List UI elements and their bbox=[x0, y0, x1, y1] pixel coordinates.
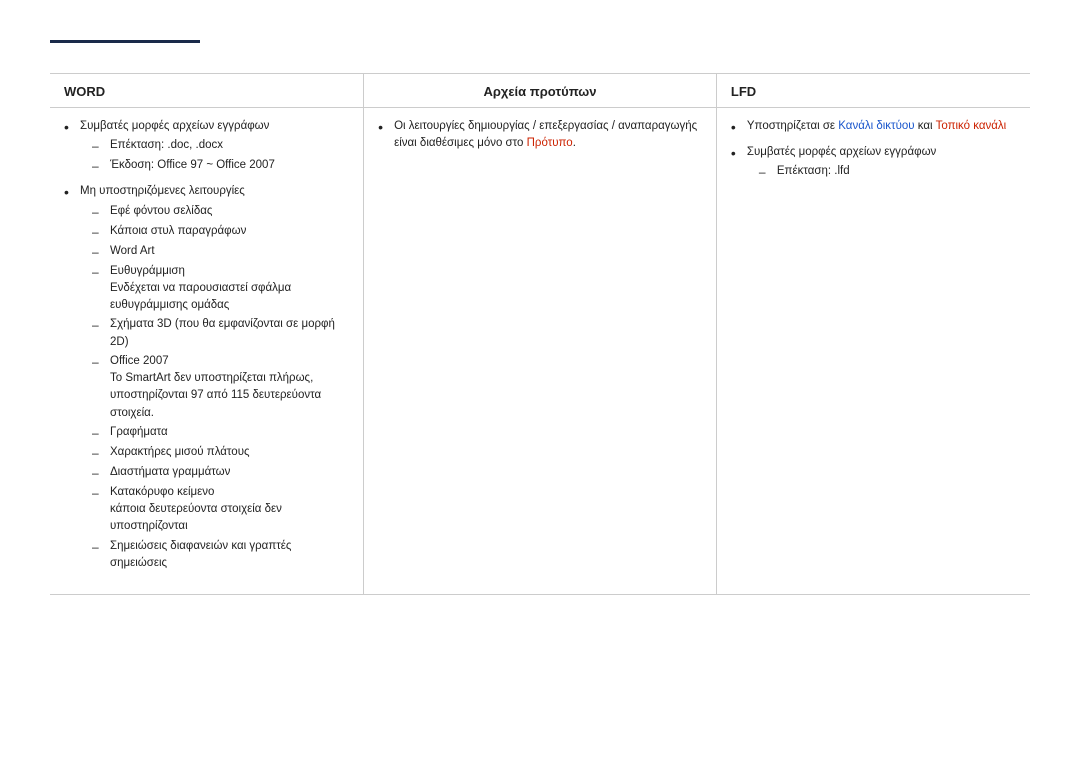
dash-icon: – bbox=[759, 163, 773, 181]
charts: Γραφήματα bbox=[110, 424, 168, 441]
list-item: – Έκδοση: Office 97 ~ Office 2007 bbox=[92, 157, 275, 175]
word-cell: • Συμβατές μορφές αρχείων εγγράφων – Επέ… bbox=[50, 108, 364, 595]
word-art: Word Art bbox=[110, 243, 155, 260]
list-item: • Οι λειτουργίες δημιουργίας / επεξεργασ… bbox=[378, 118, 702, 153]
arxeia-text-after: . bbox=[573, 137, 576, 149]
list-item: – Word Art bbox=[92, 243, 349, 261]
dash-icon: – bbox=[92, 353, 106, 371]
top-border bbox=[50, 40, 200, 43]
3d-shapes: Σχήματα 3D (που θα εμφανίζονται σε μορφή… bbox=[110, 316, 349, 351]
extension-doc: Επέκταση: .doc, .docx bbox=[110, 137, 223, 154]
unsupported-features-label: Μη υποστηριζόμενες λειτουργίες bbox=[80, 185, 245, 197]
list-item-content: Συμβατές μορφές αρχείων εγγράφων – Επέκτ… bbox=[80, 118, 275, 177]
justification-text: Ευθυγράμμιση bbox=[110, 263, 349, 280]
dash-icon: – bbox=[92, 263, 106, 281]
list-item: – Κατακόρυφο κείμενο κάποια δευτερεύοντα… bbox=[92, 484, 349, 536]
col-arxeia-header: Αρχεία προτύπων bbox=[364, 74, 717, 108]
letter-spacing: Διαστήματα γραμμάτων bbox=[110, 464, 230, 481]
local-channel-link[interactable]: Τοπικό κανάλι bbox=[936, 120, 1007, 132]
lfd-formats-label: Συμβατές μορφές αρχείων εγγράφων bbox=[747, 146, 936, 158]
justification-item: Ευθυγράμμιση Ενδέχεται να παρουσιαστεί σ… bbox=[110, 263, 349, 315]
bullet-icon: • bbox=[64, 183, 76, 203]
dash-icon: – bbox=[92, 316, 106, 334]
arxeia-heading: Αρχεία προτύπων bbox=[483, 84, 596, 99]
bullet-icon: • bbox=[378, 118, 390, 138]
lfd-extension: Επέκταση: .lfd bbox=[777, 163, 850, 180]
lfd-heading: LFD bbox=[731, 84, 756, 99]
page-container: WORD Αρχεία προτύπων LFD • bbox=[0, 0, 1080, 763]
vertical-text-item: Κατακόρυφο κείμενο κάποια δευτερεύοντα σ… bbox=[110, 484, 349, 536]
main-table: WORD Αρχεία προτύπων LFD • bbox=[50, 73, 1030, 595]
word-heading: WORD bbox=[64, 84, 105, 99]
word-compatible-formats: Συμβατές μορφές αρχείων εγγράφων bbox=[80, 120, 269, 132]
bullet-icon: • bbox=[64, 118, 76, 138]
list-item: • Μη υποστηριζόμενες λειτουργίες – Εφέ φ… bbox=[64, 183, 349, 574]
list-item: – Επέκταση: .doc, .docx bbox=[92, 137, 275, 155]
dash-icon: – bbox=[92, 444, 106, 462]
office-2007-label: Office 2007 bbox=[110, 353, 349, 370]
dash-icon: – bbox=[92, 538, 106, 556]
word-bullet-list: • Συμβατές μορφές αρχείων εγγράφων – Επέ… bbox=[64, 118, 349, 574]
lfd-compatible-formats: Συμβατές μορφές αρχείων εγγράφων – Επέκτ… bbox=[747, 144, 936, 183]
dash-icon: – bbox=[92, 137, 106, 155]
protipo-link[interactable]: Πρότυπο bbox=[527, 137, 573, 149]
lfd-bullet-list: • Υποστηρίζεται σε Κανάλι δικτύου και Το… bbox=[731, 118, 1016, 183]
dash-icon: – bbox=[92, 203, 106, 221]
list-item: – Σχήματα 3D (που θα εμφανίζονται σε μορ… bbox=[92, 316, 349, 351]
list-item: • Συμβατές μορφές αρχείων εγγράφων – Επέ… bbox=[731, 144, 1016, 183]
dash-icon: – bbox=[92, 464, 106, 482]
network-channel-link[interactable]: Κανάλι δικτύου bbox=[838, 120, 914, 132]
dash-icon: – bbox=[92, 424, 106, 442]
list-item: – Σημειώσεις διαφανειών και γραπτές σημε… bbox=[92, 538, 349, 573]
list-item: – Επέκταση: .lfd bbox=[759, 163, 936, 181]
office-2007-item: Office 2007 Το SmartArt δεν υποστηρίζετα… bbox=[110, 353, 349, 422]
list-item-content: Μη υποστηριζόμενες λειτουργίες – Εφέ φόν… bbox=[80, 183, 349, 574]
office-2007-desc: Το SmartArt δεν υποστηρίζεται πλήρως, υπ… bbox=[110, 370, 349, 422]
lfd-network-content: Υποστηρίζεται σε Κανάλι δικτύου και Τοπι… bbox=[747, 118, 1006, 135]
list-item: – Κάποια στυλ παραγράφων bbox=[92, 223, 349, 241]
lfd-cell: • Υποστηρίζεται σε Κανάλι δικτύου και Το… bbox=[716, 108, 1030, 595]
arxeia-content: Οι λειτουργίες δημιουργίας / επεξεργασία… bbox=[394, 118, 702, 153]
list-item: – Χαρακτήρες μισού πλάτους bbox=[92, 444, 349, 462]
vertical-text-note: κάποια δευτερεύοντα στοιχεία δεν υποστηρ… bbox=[110, 501, 349, 536]
page-bg-effect: Εφέ φόντου σελίδας bbox=[110, 203, 212, 220]
list-item: • Υποστηρίζεται σε Κανάλι δικτύου και Το… bbox=[731, 118, 1016, 138]
list-item: – Διαστήματα γραμμάτων bbox=[92, 464, 349, 482]
slide-notes: Σημειώσεις διαφανειών και γραπτές σημειώ… bbox=[110, 538, 349, 573]
edition-office: Έκδοση: Office 97 ~ Office 2007 bbox=[110, 157, 275, 174]
list-item: – Γραφήματα bbox=[92, 424, 349, 442]
justification-note: Ενδέχεται να παρουσιαστεί σφάλμα ευθυγρά… bbox=[110, 280, 349, 315]
lfd-text-mid: και bbox=[915, 120, 936, 132]
lfd-sub-list: – Επέκταση: .lfd bbox=[759, 163, 936, 181]
col-lfd-header: LFD bbox=[716, 74, 1030, 108]
arxeia-bullet-list: • Οι λειτουργίες δημιουργίας / επεξεργασ… bbox=[378, 118, 702, 153]
dash-icon: – bbox=[92, 223, 106, 241]
vertical-text-label: Κατακόρυφο κείμενο bbox=[110, 484, 349, 501]
dash-icon: – bbox=[92, 243, 106, 261]
list-item: – Εφέ φόντου σελίδας bbox=[92, 203, 349, 221]
paragraph-styles: Κάποια στυλ παραγράφων bbox=[110, 223, 246, 240]
dash-icon: – bbox=[92, 157, 106, 175]
word-sub-list-2: – Εφέ φόντου σελίδας – Κάποια στυλ παραγ… bbox=[92, 203, 349, 573]
list-item: – Ευθυγράμμιση Ενδέχεται να παρουσιαστεί… bbox=[92, 263, 349, 315]
col-word-header: WORD bbox=[50, 74, 364, 108]
list-item: – Office 2007 Το SmartArt δεν υποστηρίζε… bbox=[92, 353, 349, 422]
half-width-chars: Χαρακτήρες μισού πλάτους bbox=[110, 444, 250, 461]
word-sub-list-1: – Επέκταση: .doc, .docx – Έκδοση: Office… bbox=[92, 137, 275, 175]
list-item: • Συμβατές μορφές αρχείων εγγράφων – Επέ… bbox=[64, 118, 349, 177]
bullet-icon: • bbox=[731, 118, 743, 138]
bullet-icon: • bbox=[731, 144, 743, 164]
arxeia-cell: • Οι λειτουργίες δημιουργίας / επεξεργασ… bbox=[364, 108, 717, 595]
lfd-text-before: Υποστηρίζεται σε bbox=[747, 120, 838, 132]
dash-icon: – bbox=[92, 484, 106, 502]
